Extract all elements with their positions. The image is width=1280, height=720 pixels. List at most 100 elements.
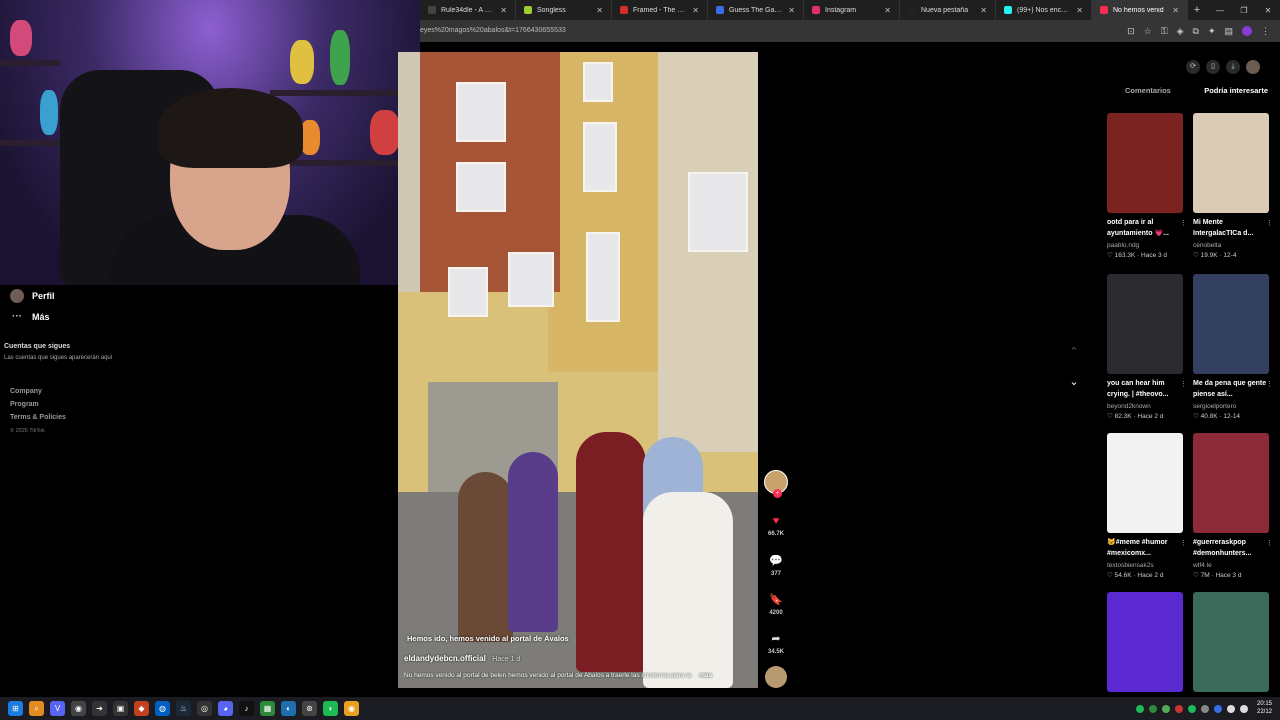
bookmark-icon[interactable]: ✦	[1208, 26, 1216, 37]
extension-icon[interactable]: ◈	[1177, 26, 1184, 37]
tab-close-icon[interactable]: ✕	[596, 6, 603, 15]
video-thumbnail[interactable]	[1107, 113, 1183, 213]
author-name[interactable]: eldandydebcn.official	[404, 654, 486, 663]
footer-link-program[interactable]: Program	[10, 401, 39, 408]
tab-close-icon[interactable]: ✕	[692, 6, 699, 15]
more-link[interactable]: más	[699, 672, 712, 679]
app-icon[interactable]: ➜	[92, 701, 107, 716]
spotify-icon[interactable]: ◗	[323, 701, 338, 716]
tab-related[interactable]: Podría interesarte	[1204, 86, 1268, 95]
card-more-icon[interactable]: ⋮	[1180, 219, 1187, 227]
card-author[interactable]: sergioelportero	[1193, 403, 1269, 410]
browser-tab[interactable]: Framed - The daily m ✕	[612, 0, 708, 20]
url-field[interactable]: eyes%20magos%20abalos&t=1766430655533	[420, 20, 566, 42]
clock[interactable]: 20:15 22/12	[1257, 701, 1272, 717]
browser-tab[interactable]: Rule34dle - A Higher o ✕	[420, 0, 516, 20]
menu-icon[interactable]: ⋮	[1261, 26, 1270, 37]
browser-tab[interactable]: Nueva pestaña ✕	[900, 0, 996, 20]
card-title[interactable]: ootd para ir al ayuntamiento 💗...	[1107, 218, 1183, 240]
video-thumbnail[interactable]	[1107, 433, 1183, 533]
volume-icon[interactable]	[1239, 704, 1248, 713]
new-tab-button[interactable]: +	[1188, 4, 1206, 16]
puzzle-icon[interactable]: ⧉	[1193, 26, 1199, 37]
spotify-icon[interactable]	[1135, 704, 1144, 713]
install-icon[interactable]: ⊡	[1127, 26, 1135, 37]
star-icon[interactable]: ☆	[1144, 26, 1152, 37]
card-more-icon[interactable]: ⋮	[1266, 380, 1273, 388]
avatar[interactable]	[1246, 60, 1260, 74]
related-video-card[interactable]	[1107, 592, 1183, 692]
app-icon[interactable]: ◉	[71, 701, 86, 716]
card-more-icon[interactable]: ⋮	[1180, 539, 1187, 547]
chevron-up-icon[interactable]: ⌃	[1066, 345, 1082, 358]
tiktok-icon[interactable]: ♪	[239, 701, 254, 716]
app-icon[interactable]: ▣	[113, 701, 128, 716]
sidebar-icon[interactable]: ▤	[1224, 26, 1233, 37]
profile-avatar[interactable]	[1242, 26, 1252, 36]
video-thumbnail[interactable]	[1193, 433, 1269, 533]
browser-tab[interactable]: No hemos venid ✕	[1092, 0, 1188, 20]
tray-icon[interactable]	[1200, 704, 1209, 713]
card-title[interactable]: Me da pena que gente piense así...	[1193, 379, 1269, 401]
tray-icon[interactable]	[1213, 704, 1222, 713]
app-icon[interactable]: ▦	[260, 701, 275, 716]
card-author[interactable]: beyond2known	[1107, 403, 1183, 410]
tab-close-icon[interactable]: ✕	[1172, 6, 1179, 15]
card-title[interactable]: #guerreraskpop #demonhunters...	[1193, 538, 1269, 560]
card-more-icon[interactable]: ⋮	[1266, 539, 1273, 547]
video-author[interactable]: eldandydebcn.official · Hace 1 d	[404, 654, 520, 663]
app-icon[interactable]: ⊛	[302, 701, 317, 716]
related-video-card[interactable]: ootd para ir al ayuntamiento 💗... paablo.…	[1107, 113, 1187, 259]
steam-icon[interactable]: ♨	[176, 701, 191, 716]
save-button[interactable]: 🔖 4200	[762, 593, 790, 616]
nav-profile[interactable]: Perfil	[10, 289, 55, 303]
related-video-card[interactable]: #guerreraskpop #demonhunters... wtf4.le ♡ …	[1193, 433, 1273, 579]
chrome-icon[interactable]: ◉	[344, 701, 359, 716]
related-video-card[interactable]: Me da pena que gente piense así... sergio…	[1193, 274, 1273, 420]
maximize-icon[interactable]: ❐	[1232, 0, 1256, 20]
close-icon[interactable]: ✕	[1256, 0, 1280, 20]
related-video-card[interactable]: 🐱#meme #humor #mexicomx... textosbiensak2…	[1107, 433, 1187, 579]
app-icon[interactable]: ◍	[155, 701, 170, 716]
card-more-icon[interactable]: ⋮	[1266, 219, 1273, 227]
download-icon[interactable]: ⤓	[1226, 60, 1240, 74]
footer-link-company[interactable]: Company	[10, 388, 42, 395]
card-title[interactable]: Mi Mente IntergalacTICa d...	[1193, 218, 1269, 240]
video-thumbnail[interactable]	[1193, 274, 1269, 374]
browser-tab[interactable]: Guess The Game #131 ✕	[708, 0, 804, 20]
related-video-card[interactable]	[1193, 592, 1269, 692]
related-video-card[interactable]: you can hear him crying. | #theovo... bey…	[1107, 274, 1187, 420]
footer-link-terms[interactable]: Terms & Policies	[10, 414, 66, 421]
music-button[interactable]	[762, 666, 790, 688]
card-author[interactable]: paablo.ndg	[1107, 242, 1183, 249]
creator-avatar-button[interactable]: +	[762, 470, 790, 498]
key-icon[interactable]: ⚿	[1161, 26, 1168, 37]
share-button[interactable]: ➦ 34.5K	[762, 632, 790, 655]
card-author[interactable]: textosbiensak2s	[1107, 562, 1183, 569]
tray-icon[interactable]	[1187, 704, 1196, 713]
video-player[interactable]: Hemos ido, hemos venido al portal de Áva…	[398, 52, 758, 688]
discord-icon[interactable]: ◕	[218, 701, 233, 716]
nav-more[interactable]: ··· Más	[10, 311, 50, 322]
tab-comments[interactable]: Comentarios	[1125, 86, 1171, 95]
browser-tab[interactable]: Instagram ✕	[804, 0, 900, 20]
tab-close-icon[interactable]: ✕	[980, 6, 987, 15]
browser-tab[interactable]: (99+) Nos encontr ✕	[996, 0, 1092, 20]
tray-icon[interactable]	[1148, 704, 1157, 713]
video-thumbnail[interactable]	[1193, 113, 1269, 213]
tab-close-icon[interactable]: ✕	[500, 6, 507, 15]
tray-icon[interactable]	[1161, 704, 1170, 713]
app-icon[interactable]: ◆	[134, 701, 149, 716]
video-thumbnail[interactable]	[1193, 592, 1269, 692]
related-video-card[interactable]: Mi Mente IntergalacTICa d... cenobelta ♡ 1…	[1193, 113, 1273, 259]
autoscroll-icon[interactable]: ⟳	[1186, 60, 1200, 74]
app-icon[interactable]: V	[50, 701, 65, 716]
comment-button[interactable]: 💬 377	[762, 554, 790, 577]
tray-icon[interactable]	[1174, 704, 1183, 713]
tab-close-icon[interactable]: ✕	[788, 6, 795, 15]
card-author[interactable]: cenobelta	[1193, 242, 1269, 249]
windows-start-icon[interactable]: ⊞	[8, 701, 23, 716]
app-icon[interactable]: ◎	[197, 701, 212, 716]
minimize-icon[interactable]: —	[1208, 0, 1232, 20]
browser-tab[interactable]: Songless ✕	[516, 0, 612, 20]
